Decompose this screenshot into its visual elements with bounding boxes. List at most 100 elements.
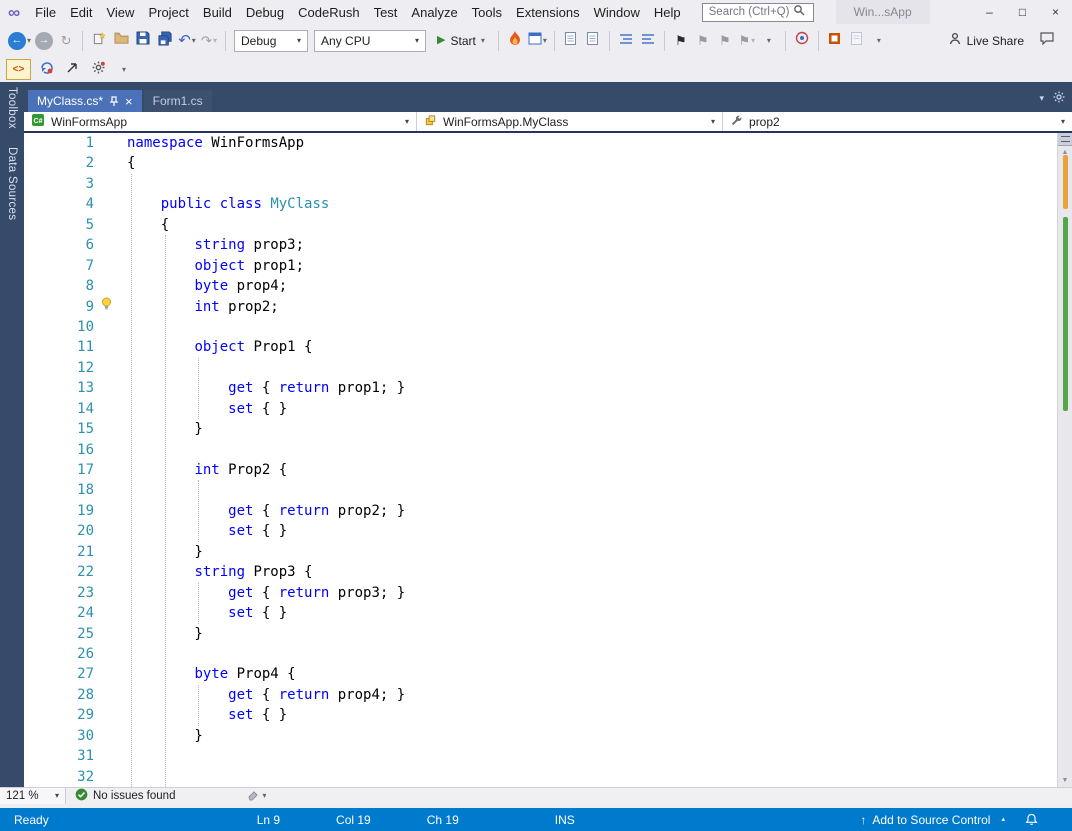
tab-myclass-cs[interactable]: MyClass.cs* × [28, 90, 142, 112]
code-line[interactable]: 3 [24, 174, 1072, 194]
coderush-overflow-button[interactable]: ▾ [113, 58, 135, 82]
feedback-button[interactable] [1036, 29, 1058, 53]
clear-bookmarks-button[interactable]: ⚑ ▾ [736, 29, 758, 53]
add-to-source-control-button[interactable]: ↑ Add to Source Control ▴ [860, 813, 1005, 827]
tab-list-icon[interactable]: ▾ [1039, 93, 1044, 104]
code-line[interactable]: 24 set { } [24, 603, 1072, 623]
preview-window-button[interactable]: ▾ [526, 29, 549, 53]
code-line[interactable]: 22 string Prop3 { [24, 562, 1072, 582]
menu-item-test[interactable]: Test [367, 0, 405, 24]
type-dropdown[interactable]: WinFormsApp.MyClass ▾ [417, 112, 724, 131]
coderush-options-button[interactable] [87, 58, 109, 82]
code-line[interactable]: 13 get { return prop1; } [24, 378, 1072, 398]
issues-indicator[interactable]: No issues found [66, 788, 184, 804]
save-all-button[interactable] [154, 29, 176, 53]
code-line[interactable]: 31 [24, 746, 1072, 766]
menu-item-coderush[interactable]: CodeRush [291, 0, 366, 24]
find-in-files-button[interactable] [560, 29, 582, 53]
menu-item-file[interactable]: File [28, 0, 63, 24]
code-line[interactable]: 14 set { } [24, 399, 1072, 419]
bookmark-button[interactable]: ⚑ [670, 29, 692, 53]
gear-icon[interactable] [1053, 91, 1065, 105]
scroll-down-icon[interactable]: ▼ [1058, 777, 1072, 784]
cursor-column-indicator[interactable]: Col 19 [336, 813, 371, 827]
pin-icon[interactable] [109, 95, 119, 107]
horizontal-scrollbar[interactable] [266, 788, 1072, 804]
splitter-handle-icon[interactable] [1058, 133, 1072, 146]
nav-forward-button[interactable]: → [33, 29, 55, 53]
code-line[interactable]: 26 [24, 644, 1072, 664]
close-icon[interactable]: × [125, 95, 133, 108]
code-line[interactable]: 32 [24, 767, 1072, 787]
notifications-bell-icon[interactable] [1025, 813, 1038, 826]
code-line[interactable]: 11 object Prop1 { [24, 337, 1072, 357]
code-line[interactable]: 29 set { } [24, 705, 1072, 725]
zoom-combo[interactable]: 121 % ▾ [0, 788, 66, 804]
cursor-character-indicator[interactable]: Ch 19 [427, 813, 459, 827]
close-button[interactable]: × [1039, 0, 1072, 24]
code-line[interactable]: 10 [24, 317, 1072, 337]
menu-item-build[interactable]: Build [196, 0, 239, 24]
code-line[interactable]: 21 } [24, 542, 1072, 562]
code-line[interactable]: 8 byte prop4; [24, 276, 1072, 296]
search-input[interactable] [708, 6, 793, 18]
code-line[interactable]: 23 get { return prop3; } [24, 583, 1072, 603]
code-line[interactable]: 12 [24, 358, 1072, 378]
code-line[interactable]: 7 object prop1; [24, 256, 1072, 276]
open-file-button[interactable] [110, 29, 132, 53]
outdent-button[interactable] [637, 29, 659, 53]
code-line[interactable]: 1 namespace WinFormsApp [24, 133, 1072, 153]
code-line[interactable]: 16 [24, 440, 1072, 460]
tab-form1-cs[interactable]: Form1.cs [143, 90, 212, 112]
save-button[interactable] [132, 29, 154, 53]
code-line[interactable]: 30 } [24, 726, 1072, 746]
indent-button[interactable] [615, 29, 637, 53]
nav-back-button[interactable]: ← ▾ [6, 29, 33, 53]
extension-2-button[interactable] [846, 29, 868, 53]
sidebar-item-data-sources[interactable]: Data Sources [6, 147, 18, 220]
previous-bookmark-button[interactable]: ⚑ [692, 29, 714, 53]
menu-item-help[interactable]: Help [647, 0, 688, 24]
code-line[interactable]: 17 int Prop2 { [24, 460, 1072, 480]
cursor-line-indicator[interactable]: Ln 9 [257, 813, 280, 827]
insert-mode-indicator[interactable]: INS [555, 813, 575, 827]
undo-button[interactable]: ↶ ▾ [176, 29, 198, 53]
menu-item-project[interactable]: Project [141, 0, 195, 24]
minimize-button[interactable]: – [973, 0, 1006, 24]
code-line[interactable]: 28 get { return prop4; } [24, 685, 1072, 705]
code-editor[interactable]: 1 namespace WinFormsApp 2{3 4 public class … [24, 133, 1072, 787]
maximize-button[interactable]: □ [1006, 0, 1039, 24]
solution-config-combo[interactable]: Debug ▾ [234, 29, 309, 52]
platform-combo[interactable]: Any CPU ▾ [314, 29, 427, 52]
code-line[interactable]: 6 string prop3; [24, 235, 1072, 255]
member-dropdown[interactable]: prop2 ▾ [723, 112, 1072, 131]
coderush-navigate-button[interactable] [61, 58, 83, 82]
menu-item-tools[interactable]: Tools [465, 0, 509, 24]
vertical-scrollbar[interactable]: ▲ ▼ [1057, 133, 1072, 787]
nav-history-button[interactable]: ↻ [55, 29, 77, 53]
code-line[interactable]: 15 } [24, 419, 1072, 439]
redo-button[interactable]: ↷ ▾ [198, 29, 220, 53]
menu-item-debug[interactable]: Debug [239, 0, 291, 24]
document-outline-button[interactable] [582, 29, 604, 53]
attach-process-button[interactable] [791, 29, 813, 53]
code-cleanup-button[interactable]: ▾ [246, 788, 266, 804]
code-line[interactable]: 5 { [24, 215, 1072, 235]
menu-item-view[interactable]: View [99, 0, 141, 24]
menu-item-analyze[interactable]: Analyze [404, 0, 464, 24]
menu-item-window[interactable]: Window [587, 0, 647, 24]
start-button[interactable]: ▶ Start ▾ [429, 29, 493, 53]
code-line[interactable]: 19 get { return prop2; } [24, 501, 1072, 521]
search-box[interactable] [701, 2, 814, 22]
code-line[interactable]: 2{ [24, 153, 1072, 173]
hot-reload-button[interactable] [504, 29, 526, 53]
coderush-refactor-button[interactable] [35, 58, 57, 82]
menu-item-extensions[interactable]: Extensions [509, 0, 587, 24]
code-line[interactable]: 18 [24, 480, 1072, 500]
code-line[interactable]: 27 byte Prop4 { [24, 664, 1072, 684]
lightbulb-icon[interactable] [100, 297, 113, 316]
toolbar-overflow-2-button[interactable]: ▾ [868, 29, 890, 53]
code-line[interactable]: 4 public class MyClass [24, 194, 1072, 214]
extension-button[interactable] [824, 29, 846, 53]
sidebar-item-toolbox[interactable]: Toolbox [6, 87, 18, 129]
